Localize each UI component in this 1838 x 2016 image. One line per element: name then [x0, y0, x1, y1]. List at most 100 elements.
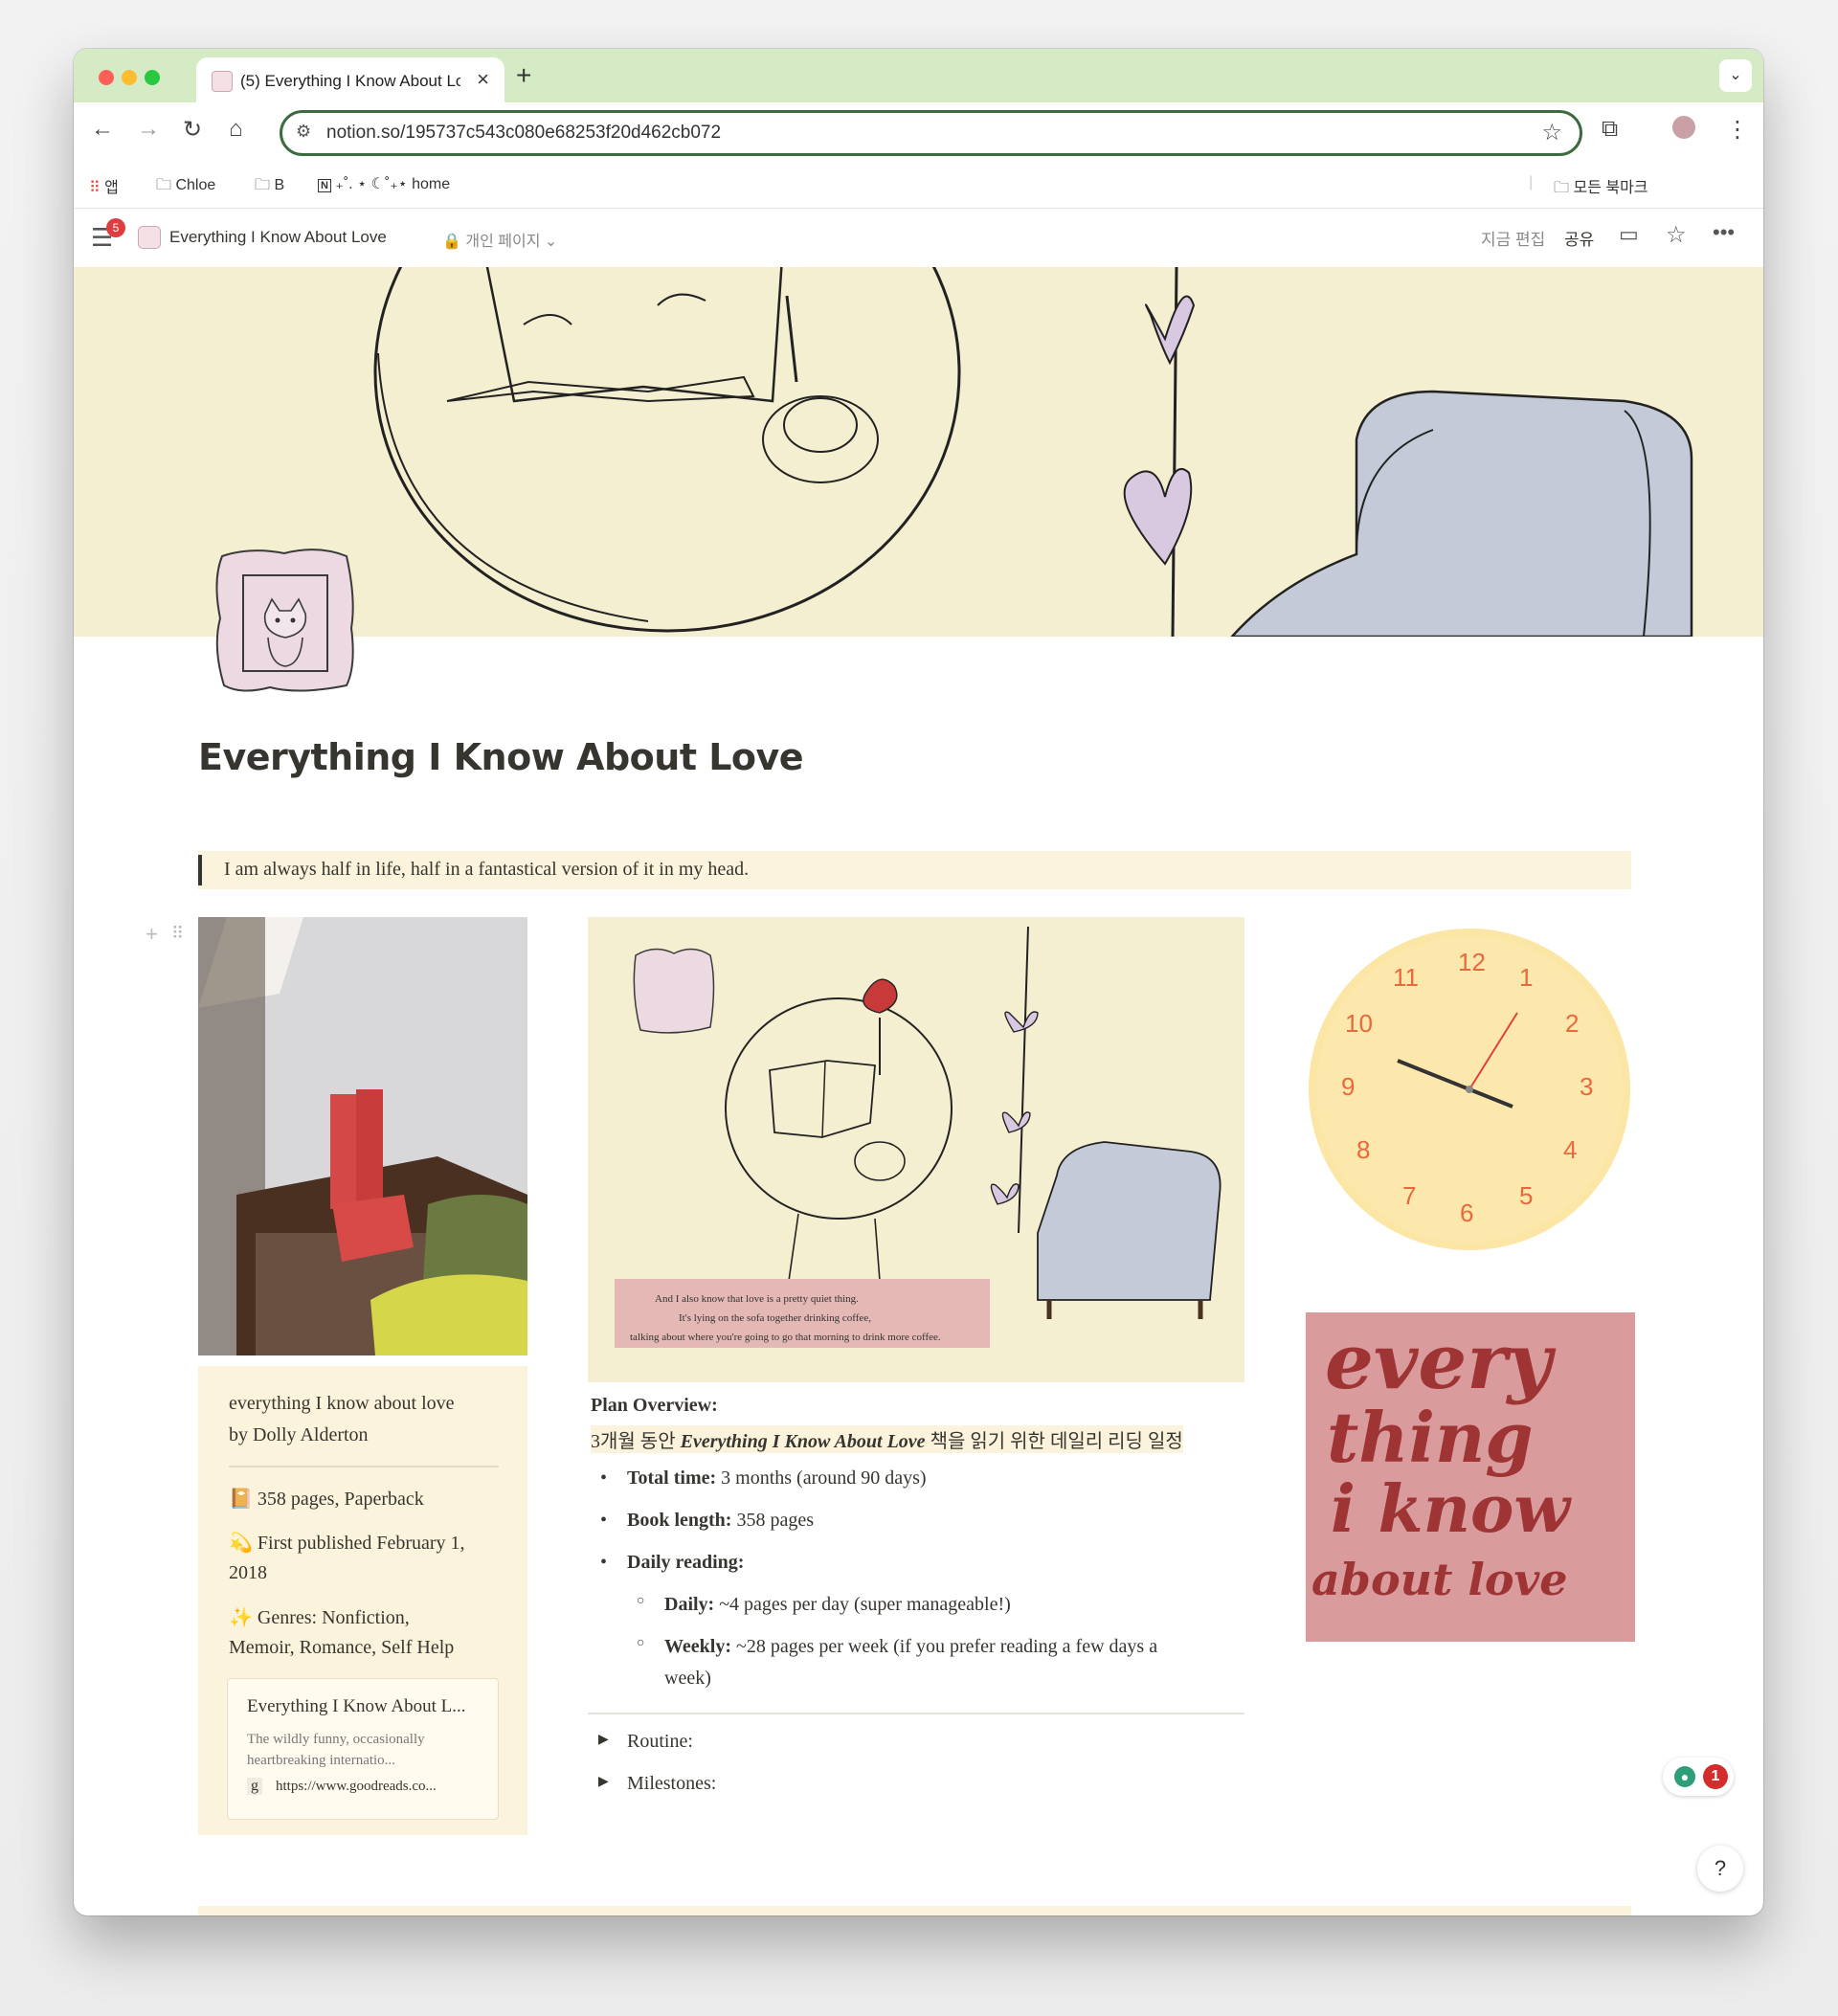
bookmark-star-icon[interactable]: ☆ [1541, 119, 1562, 146]
link-url: https://www.goodreads.co... [276, 1779, 437, 1794]
quote-text[interactable]: I am always half in life, half in a fant… [224, 859, 749, 881]
quote-bar [198, 855, 202, 885]
chevron-down-icon: ⌄ [544, 234, 558, 250]
favorite-star-icon[interactable]: ☆ [1666, 221, 1687, 249]
book-photo-image [198, 917, 527, 1355]
breadcrumb-page-title[interactable]: Everything I Know About Love [169, 228, 387, 247]
sub-bullet: ○ [637, 1636, 645, 1650]
folder-icon: 🗀 [156, 177, 172, 193]
bookmark-folder-chloe[interactable]: 🗀 Chloe [156, 174, 215, 200]
book-author-line: by Dolly Alderton [229, 1424, 369, 1445]
add-block-icon[interactable]: + [146, 922, 158, 947]
extensions-icon[interactable]: ⧉ [1602, 116, 1618, 143]
divider [588, 1713, 1244, 1714]
more-vert-icon[interactable]: ⋮ [1726, 116, 1749, 144]
book-published-year: 2018 [229, 1562, 267, 1583]
cat-frame-icon [215, 549, 354, 692]
illustration-caption-2: It's lying on the sofa together drinking… [679, 1312, 871, 1324]
tab-strip: (5) Everything I Know About Love × + ⌄ [74, 49, 1763, 102]
handwriting-line-1: every [1325, 1316, 1552, 1406]
plus-icon[interactable]: + [516, 60, 531, 91]
sub-bullet-weekly[interactable]: Weekly: ~28 pages per week (if you prefe… [664, 1636, 1157, 1658]
goodreads-link-card[interactable]: Everything I Know About L... The wildly … [227, 1678, 499, 1820]
bullet-daily-reading[interactable]: Daily reading: [627, 1552, 744, 1574]
bookmark-all[interactable]: 🗀 모든 북마크 [1554, 174, 1648, 203]
toggle-arrow-icon[interactable]: ▶ [598, 1732, 609, 1748]
bookmark-home[interactable]: N ₊˚. ⋆ ☾˚₊⋆ home [318, 174, 450, 193]
reload-icon[interactable]: ↻ [183, 116, 202, 144]
goodreads-icon: g [247, 1778, 262, 1795]
sub-bullet-weekly-cont: week) [664, 1668, 711, 1689]
bookmarks-separator: | [1529, 174, 1534, 190]
sub-bullet-daily[interactable]: Daily: ~4 pages per day (super manageabl… [664, 1594, 1011, 1616]
book-photo[interactable] [198, 917, 527, 1355]
plan-heading[interactable]: Plan Overview: [591, 1395, 718, 1417]
notion-icon: N [318, 179, 331, 192]
back-arrow-icon[interactable]: ← [91, 116, 114, 143]
bullet-total-time[interactable]: Total time: 3 months (around 90 days) [627, 1467, 927, 1490]
toggle-routine[interactable]: Routine: [627, 1731, 693, 1753]
clock-num-9: 9 [1341, 1072, 1356, 1101]
book-genres: ✨ Genres: Nonfiction, [229, 1607, 410, 1628]
clock-widget[interactable]: 12 1 2 3 4 5 6 7 8 9 10 11 [1307, 927, 1632, 1252]
bullet-book-length[interactable]: Book length: 358 pages [627, 1510, 814, 1532]
book-published: 💫 First published February 1, [229, 1533, 465, 1554]
lock-icon: 🔒 [442, 234, 461, 250]
folder-icon: 🗀 [255, 177, 271, 193]
bullet-dot: • [600, 1552, 608, 1573]
clock-num-3: 3 [1580, 1072, 1594, 1101]
clock-num-7: 7 [1402, 1181, 1417, 1210]
more-horiz-icon[interactable]: ••• [1713, 220, 1735, 245]
bookmarks-bar: ⠿ 앱 🗀 Chloe 🗀 B N ₊˚. ⋆ ☾˚₊⋆ home | 🗀 모든… [74, 160, 1763, 209]
privacy-selector[interactable]: 🔒 개인 페이지 ⌄ [442, 228, 557, 251]
book-title-line: everything I know about love [229, 1393, 455, 1414]
handwriting-line-2: thing [1327, 1397, 1534, 1478]
handwriting-image[interactable]: every thing i know about love [1306, 1312, 1635, 1642]
minimize-window-button[interactable] [122, 70, 137, 85]
toggle-arrow-icon[interactable]: ▶ [598, 1774, 609, 1790]
browser-toolbar: ← → ↻ ⌂ ⚙ notion.so/195737c543c080e68253… [74, 102, 1763, 160]
book-info-callout[interactable]: everything I know about love by Dolly Al… [198, 1366, 527, 1835]
comment-icon[interactable]: ▭ [1619, 222, 1639, 247]
share-button[interactable]: 공유 [1564, 226, 1594, 250]
address-bar[interactable]: ⚙ notion.so/195737c543c080e68253f20d462c… [280, 110, 1582, 156]
book-genres-cont: Memoir, Romance, Self Help [229, 1637, 455, 1658]
chevron-down-icon[interactable]: ⌄ [1719, 59, 1752, 92]
profile-avatar[interactable] [1672, 116, 1695, 139]
quote-block[interactable]: I am always half in life, half in a fant… [198, 851, 1631, 889]
bullet-dot: • [600, 1467, 608, 1489]
updates-widget[interactable]: ● 1 [1663, 1758, 1734, 1796]
home-icon[interactable]: ⌂ [229, 116, 243, 143]
close-icon[interactable]: × [477, 67, 489, 92]
help-icon[interactable]: ? [1697, 1846, 1743, 1892]
apps-grid-icon: ⠿ [89, 180, 101, 196]
next-callout-block[interactable] [198, 1906, 1631, 1915]
plan-subtitle[interactable]: 3개월 동안 Everything I Know About Love 책을 읽… [591, 1425, 1183, 1453]
browser-window: (5) Everything I Know About Love × + ⌄ ←… [74, 49, 1763, 1915]
forward-arrow-icon[interactable]: → [137, 116, 160, 143]
cat-frame-favicon [212, 71, 233, 92]
page-icon[interactable] [213, 542, 356, 695]
drag-handle-icon[interactable]: ⠿ [171, 924, 184, 944]
link-description-cont: heartbreaking internatio... [247, 1753, 395, 1768]
book-pages: 📔 358 pages, Paperback [229, 1489, 424, 1510]
page-title[interactable]: Everything I Know About Love [198, 736, 804, 778]
link-title: Everything I Know About L... [247, 1696, 466, 1716]
clock-num-10: 10 [1345, 1009, 1373, 1038]
bookmark-apps[interactable]: ⠿ 앱 [89, 174, 119, 197]
zoom-window-button[interactable] [145, 70, 160, 85]
toggle-milestones[interactable]: Milestones: [627, 1773, 716, 1795]
close-window-button[interactable] [99, 70, 114, 85]
browser-tab-active[interactable]: (5) Everything I Know About Love × [196, 57, 504, 102]
page-icon-small [138, 226, 161, 249]
url-text[interactable]: notion.so/195737c543c080e68253f20d462cb0… [326, 123, 721, 144]
clock-num-8: 8 [1356, 1135, 1371, 1164]
clock-num-11: 11 [1393, 963, 1419, 992]
tune-icon[interactable]: ⚙ [296, 122, 311, 142]
divider [229, 1466, 499, 1467]
tab-title: (5) Everything I Know About Love [240, 72, 460, 90]
reading-illustration[interactable]: And I also know that love is a pretty qu… [588, 917, 1244, 1382]
link-description: The wildly funny, occasionally [247, 1732, 425, 1747]
sub-bullet: ○ [637, 1594, 645, 1608]
bookmark-folder-b[interactable]: 🗀 B [255, 174, 284, 200]
